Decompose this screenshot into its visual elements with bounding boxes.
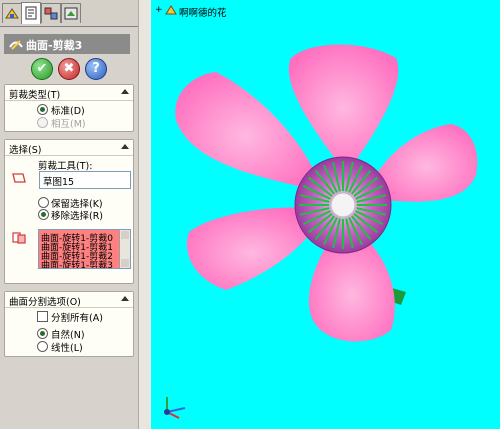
help-button[interactable]: ? bbox=[85, 58, 107, 80]
part-name: 啊啊德的花 bbox=[179, 8, 227, 19]
trim-tool-label: 剪裁工具(T): bbox=[38, 161, 93, 172]
feature-title-bar: 曲面-剪裁3 bbox=[4, 34, 130, 54]
list-item[interactable]: 曲面-旋转1-剪裁3 bbox=[41, 258, 113, 268]
flower-model[interactable] bbox=[151, 0, 500, 429]
feature-manager-icon bbox=[5, 8, 19, 19]
trim-type-group: 剪裁类型(T) 标准(D) 相互(M) bbox=[4, 84, 134, 132]
remove-selections-radio[interactable] bbox=[38, 209, 49, 220]
split-options-header[interactable]: 曲面分割选项(O) bbox=[5, 292, 133, 308]
selections-header[interactable]: 选择(S) bbox=[5, 140, 133, 156]
trim-type-title: 剪裁类型(T) bbox=[9, 90, 61, 101]
group-divider bbox=[5, 307, 133, 308]
split-options-title: 曲面分割选项(O) bbox=[9, 297, 81, 308]
dimxpert-icon bbox=[64, 7, 78, 20]
group-divider bbox=[5, 100, 133, 101]
petal-right-upper[interactable] bbox=[376, 124, 478, 202]
scroll-up-arrow-icon[interactable] bbox=[121, 231, 129, 239]
checkmark-icon: ✔ bbox=[36, 61, 48, 76]
trim-type-mutual-radio[interactable] bbox=[37, 117, 48, 128]
trim-tool-value: 草图15 bbox=[43, 177, 75, 188]
configuration-manager-icon bbox=[44, 7, 58, 20]
trim-type-header[interactable]: 剪裁类型(T) bbox=[5, 85, 133, 101]
selections-title: 选择(S) bbox=[9, 145, 42, 156]
sketch-profile-icon bbox=[12, 173, 26, 183]
tab-configuration-manager[interactable] bbox=[41, 3, 61, 23]
collapse-caret-icon bbox=[121, 144, 129, 149]
trim-type-standard-radio[interactable] bbox=[37, 104, 48, 115]
collapse-caret-icon bbox=[121, 296, 129, 301]
group-divider bbox=[5, 155, 133, 156]
split-options-group: 曲面分割选项(O) 分割所有(A) 自然(N) 线性(L) bbox=[4, 291, 134, 357]
trim-type-standard-label: 标准(D) bbox=[51, 106, 85, 117]
natural-label: 自然(N) bbox=[51, 330, 85, 341]
split-all-label: 分割所有(A) bbox=[51, 313, 103, 324]
linear-radio[interactable] bbox=[37, 341, 48, 352]
property-manager-panel: 曲面-剪裁3 ✔ ✖ ? 剪裁类型(T) 标准(D) 相互(M) 选择(S) 剪… bbox=[0, 0, 138, 429]
expand-plus-icon[interactable]: + bbox=[155, 5, 163, 15]
tab-dimxpert-manager[interactable] bbox=[61, 3, 81, 23]
pistil[interactable] bbox=[330, 192, 356, 218]
trim-surface-icon bbox=[9, 40, 23, 50]
petal-bottom[interactable] bbox=[308, 238, 395, 342]
cancel-button[interactable]: ✖ bbox=[58, 58, 80, 80]
trim-type-mutual-label: 相互(M) bbox=[51, 119, 86, 130]
graphics-viewport[interactable]: + 啊啊德的花 bbox=[151, 0, 500, 429]
tab-feature-manager[interactable] bbox=[2, 3, 22, 23]
question-mark-icon: ? bbox=[92, 61, 100, 76]
surface-bodies-icon bbox=[12, 232, 26, 244]
natural-radio[interactable] bbox=[37, 328, 48, 339]
manager-tab-bar bbox=[0, 0, 138, 27]
petal-left-lower[interactable] bbox=[186, 207, 316, 290]
view-orientation-triad-icon bbox=[164, 397, 186, 419]
collapse-caret-icon bbox=[121, 89, 129, 94]
selections-group: 选择(S) 剪裁工具(T): 草图15 保留选择(K) 移除选择(R) 曲面-旋… bbox=[4, 139, 134, 284]
petal-top[interactable] bbox=[288, 44, 399, 161]
x-icon: ✖ bbox=[63, 61, 75, 76]
tab-property-manager[interactable] bbox=[21, 2, 41, 24]
trim-bodies-list[interactable]: 曲面-旋转1-剪裁0 曲面-旋转1-剪裁1 曲面-旋转1-剪裁2 曲面-旋转1-… bbox=[38, 229, 131, 269]
ok-button[interactable]: ✔ bbox=[31, 58, 53, 80]
part-icon bbox=[165, 5, 177, 15]
scroll-down-arrow-icon[interactable] bbox=[121, 259, 129, 267]
keep-selections-radio[interactable] bbox=[38, 197, 49, 208]
list-scrollbar[interactable] bbox=[119, 230, 130, 268]
panel-splitter[interactable] bbox=[138, 0, 152, 429]
feature-title: 曲面-剪裁3 bbox=[26, 39, 83, 52]
trim-tool-field[interactable]: 草图15 bbox=[39, 171, 131, 189]
linear-label: 线性(L) bbox=[51, 343, 83, 354]
remove-selections-label: 移除选择(R) bbox=[51, 211, 104, 222]
split-all-checkbox[interactable] bbox=[37, 311, 48, 322]
property-manager-icon bbox=[25, 6, 37, 20]
